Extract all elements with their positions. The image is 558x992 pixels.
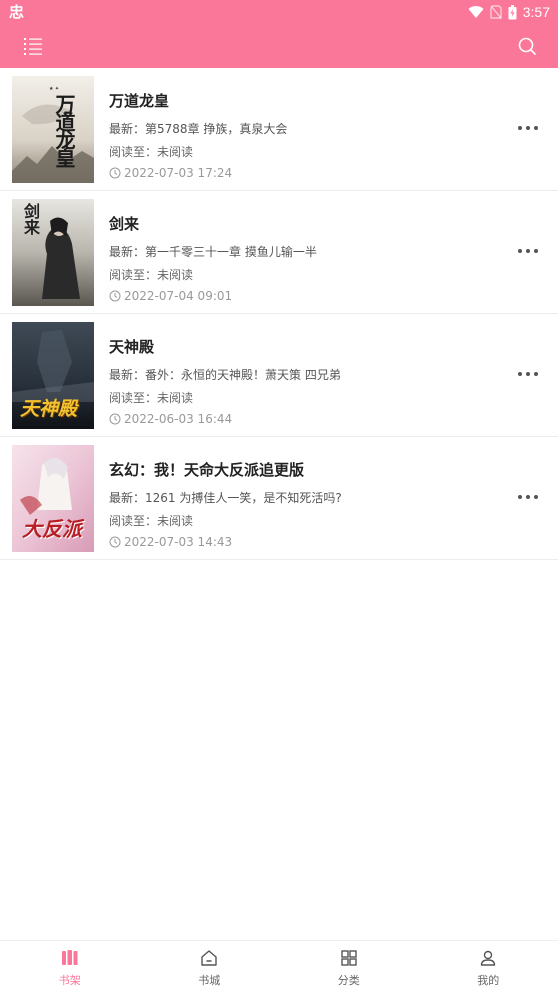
clock-icon [109,290,121,302]
book-read-progress: 阅读至：未阅读 [109,391,194,405]
book-cover: ★ ✦ 万道龙皇 [12,76,94,183]
tab-bookshelf[interactable]: 书架 [0,941,140,992]
more-dot-icon [526,495,530,499]
more-options-button[interactable] [518,247,538,255]
updated-time-text: 2022-07-03 17:24 [124,166,233,180]
category-grid-icon [341,950,357,966]
tab-label: 书架 [58,974,81,987]
tab-label: 我的 [477,974,500,987]
more-dot-icon [518,126,522,130]
book-title: 万道龙皇 [109,92,170,110]
tab-profile[interactable]: 我的 [419,941,558,992]
status-icons: 3:57 [468,0,550,24]
list-menu-button[interactable] [22,36,44,56]
book-title: 玄幻：我！天命大反派追更版 [109,461,305,479]
book-item[interactable]: ★ ✦ 万道龙皇 万道龙皇 最新：第5788章 挣族，真泉大会 阅读至：未阅读 … [0,68,558,191]
cover-title-text: 万道龙皇 [52,94,76,166]
book-updated-time: 2022-07-03 14:43 [109,535,232,549]
book-updated-time: 2022-07-04 09:01 [109,289,232,303]
more-dot-icon [526,372,530,376]
search-button[interactable] [516,35,538,57]
book-cover: 剑来 [12,199,94,306]
book-latest-chapter: 最新：第一千零三十一章 摸鱼儿输一半 [109,245,317,259]
user-icon [481,950,496,966]
cover-title-text: 大反派 [22,517,82,541]
book-item[interactable]: 大反派 玄幻：我！天命大反派追更版 最新：1261 为搏佳人一笑，是不知死活吗?… [0,437,558,560]
bookshelf-icon [61,950,78,965]
more-options-button[interactable] [518,370,538,378]
battery-icon [508,4,517,19]
tab-label: 书城 [198,974,221,987]
more-options-button[interactable] [518,124,538,132]
clock-time: 3:57 [522,4,550,20]
updated-time-text: 2022-07-03 14:43 [124,535,233,549]
clock-icon [109,413,121,425]
cover-title-text: 剑来 [21,203,40,235]
book-latest-chapter: 最新：1261 为搏佳人一笑，是不知死活吗? [109,491,342,505]
book-latest-chapter: 最新：第5788章 挣族，真泉大会 [109,122,288,136]
tab-category[interactable]: 分类 [279,941,419,992]
book-title: 天神殿 [109,338,155,356]
bookshelf-list: ★ ✦ 万道龙皇 万道龙皇 最新：第5788章 挣族，真泉大会 阅读至：未阅读 … [0,68,558,560]
more-dot-icon [534,495,538,499]
tab-label: 分类 [337,974,360,987]
book-title: 剑来 [109,215,140,233]
book-item[interactable]: 剑来 剑来 最新：第一千零三十一章 摸鱼儿输一半 阅读至：未阅读 2022-07… [0,191,558,314]
status-bar: 忠 3:57 [0,0,558,24]
book-item[interactable]: 天神殿 天神殿 最新：番外：永恒的天神殿！萧天策 四兄弟 阅读至：未阅读 202… [0,314,558,437]
book-updated-time: 2022-06-03 16:44 [109,412,232,426]
more-dot-icon [534,249,538,253]
more-dot-icon [518,249,522,253]
updated-time-text: 2022-07-04 09:01 [124,289,233,303]
clock-icon [109,536,121,548]
top-toolbar [0,24,558,68]
book-read-progress: 阅读至：未阅读 [109,514,194,528]
tab-bookstore[interactable]: 书城 [140,941,280,992]
signal-no-sim-icon [490,5,502,19]
list-menu-icon [24,38,42,55]
book-read-progress: 阅读至：未阅读 [109,268,194,282]
more-dot-icon [534,372,538,376]
more-dot-icon [526,249,530,253]
cover-title-text: 天神殿 [20,398,78,420]
more-dot-icon [518,495,522,499]
bottom-tab-bar: 书架 书城 分类 我的 [0,940,558,992]
search-icon [518,37,536,55]
book-latest-chapter: 最新：番外：永恒的天神殿！萧天策 四兄弟 [109,368,341,382]
more-dot-icon [526,126,530,130]
clock-icon [109,167,121,179]
more-dot-icon [518,372,522,376]
app-notification-icon: 忠 [9,3,25,21]
home-icon [201,950,217,966]
svg-text:★ ✦: ★ ✦ [49,86,59,92]
wifi-icon [468,6,484,19]
book-updated-time: 2022-07-03 17:24 [109,166,232,180]
updated-time-text: 2022-06-03 16:44 [124,412,233,426]
book-cover: 天神殿 [12,322,94,429]
book-read-progress: 阅读至：未阅读 [109,145,194,159]
book-cover: 大反派 [12,445,94,552]
more-options-button[interactable] [518,493,538,501]
more-dot-icon [534,126,538,130]
